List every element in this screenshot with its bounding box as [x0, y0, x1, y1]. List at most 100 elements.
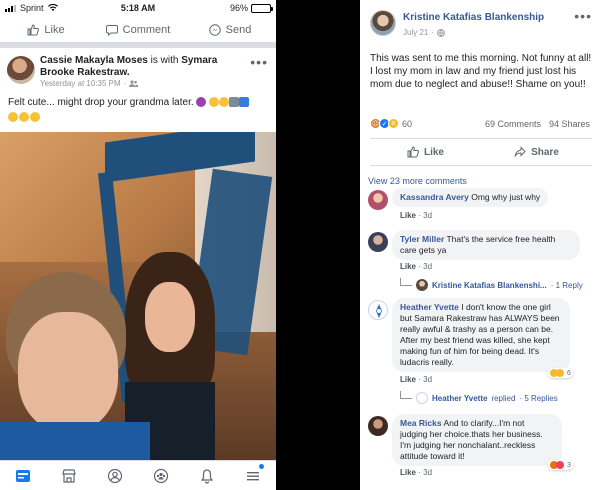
comment-bubble: Mea Ricks And to clarify...I'm not judgi… — [392, 414, 562, 466]
status-bar: Sprint 5:18 AM 96% — [0, 0, 276, 16]
reply-arrow-icon — [400, 278, 412, 286]
news-feed-icon — [16, 469, 30, 482]
like-label: Like — [423, 146, 444, 158]
comment-like-link[interactable]: Like — [400, 262, 416, 271]
thumbs-up-icon — [407, 146, 419, 158]
author-avatar[interactable] — [370, 10, 396, 36]
person-foreground — [0, 272, 150, 460]
comment-time[interactable]: 3d — [423, 468, 432, 477]
post-date[interactable]: July 21 — [403, 28, 428, 37]
profile-icon — [107, 468, 123, 483]
reaction-summary[interactable]: ☹ ✓ o 60 — [370, 118, 412, 129]
with-text: is with — [150, 55, 179, 66]
more-options-icon[interactable]: ••• — [250, 54, 268, 70]
emoji-sequence — [196, 97, 250, 108]
reaction-count: 60 — [402, 118, 413, 129]
post-header: Kristine Katafias Blankenship July 21 · … — [360, 0, 600, 44]
author-name[interactable]: Cassie Makayla Moses — [40, 55, 148, 66]
post-action-bar: Like Share — [370, 138, 592, 166]
laughing-emoji-row — [8, 112, 40, 122]
view-more-comments-link[interactable]: View 23 more comments — [368, 176, 467, 186]
messenger-icon — [208, 23, 221, 36]
feed-divider — [0, 43, 276, 48]
comment-item: Kassandra Avery Omg why just why Like · … — [368, 188, 596, 222]
comment-text: Omg why just why — [471, 192, 541, 202]
commenter-name[interactable]: Tyler Miller — [400, 234, 444, 244]
bottom-tab-bar — [0, 460, 276, 490]
post-action-bar: Like Comment Send — [0, 17, 276, 43]
reply-author: Kristine Katafias Blankenshi... — [432, 280, 547, 290]
comment-bubble: Kassandra Avery Omg why just why — [392, 188, 549, 207]
reply-summary[interactable]: Heather Yvette replied · 5 Replies — [400, 391, 558, 404]
notification-dot — [259, 464, 264, 469]
comment-bubble: Heather Yvette I don't know the one girl… — [392, 298, 570, 372]
tab-news-feed[interactable] — [0, 461, 46, 490]
comment-like-link[interactable]: Like — [400, 468, 416, 477]
tab-marketplace[interactable] — [46, 461, 92, 490]
shares-count[interactable]: 94 Shares — [549, 119, 590, 129]
reply-author: Heather Yvette — [432, 393, 488, 403]
reply-avatar — [416, 279, 428, 291]
comment-label: Comment — [122, 23, 171, 36]
comment-time[interactable]: 3d — [423, 262, 432, 271]
comment-item: Heather Yvette I don't know the one girl… — [368, 298, 596, 408]
share-arrow-icon — [514, 146, 526, 157]
post-header: Cassie Makayla Moses is with Symara Broo… — [0, 50, 276, 94]
post-text: This was sent to me this morning. Not fu… — [370, 53, 592, 90]
comment-time[interactable]: 3d — [423, 375, 432, 384]
share-label: Share — [531, 146, 559, 158]
commenter-name[interactable]: Mea Ricks — [400, 418, 442, 428]
send-button[interactable]: Send — [184, 17, 276, 42]
comment-item: Tyler Miller That's the service free hea… — [368, 230, 596, 292]
author-avatar[interactable] — [7, 56, 35, 84]
mobile-post-screenshot: Sprint 5:18 AM 96% Like Comment Send Cas… — [0, 0, 276, 490]
groups-icon — [153, 468, 169, 483]
comment-reactions[interactable]: 3 — [548, 460, 573, 470]
more-options-icon[interactable]: ••• — [574, 8, 592, 24]
tab-menu[interactable] — [230, 461, 276, 490]
battery-percent: 96% — [229, 3, 248, 13]
post-author-line: Cassie Makayla Moses is with Symara Broo… — [40, 55, 250, 79]
commenter-avatar[interactable] — [368, 232, 388, 252]
wow-reaction-icon: o — [388, 118, 399, 129]
commenter-name[interactable]: Kassandra Avery — [400, 192, 469, 202]
bell-icon — [200, 468, 214, 484]
like-label: Like — [44, 23, 65, 36]
comment-button[interactable]: Comment — [92, 17, 184, 42]
reply-avatar — [416, 392, 428, 404]
reply-count: · 1 Reply — [550, 280, 583, 290]
reply-summary[interactable]: Kristine Katafias Blankenshi... · 1 Repl… — [400, 278, 583, 291]
black-divider-band — [276, 0, 360, 490]
tab-profile[interactable] — [92, 461, 138, 490]
tab-notifications[interactable] — [184, 461, 230, 490]
post-text: Felt cute... might drop your grandma lat… — [8, 96, 270, 109]
tab-groups[interactable] — [138, 461, 184, 490]
comment-bubble: Tyler Miller That's the service free hea… — [392, 230, 580, 260]
commenter-avatar[interactable] — [368, 416, 388, 436]
desktop-post-screenshot: Kristine Katafias Blankenship July 21 · … — [360, 0, 600, 490]
commenter-name[interactable]: Heather Yvette — [400, 302, 459, 312]
globe-icon — [437, 28, 445, 37]
battery-icon — [251, 3, 273, 13]
comment-like-link[interactable]: Like — [400, 375, 416, 384]
comment-time[interactable]: 3d — [423, 211, 432, 220]
commenter-avatar[interactable] — [368, 190, 388, 210]
commenter-avatar[interactable] — [368, 300, 388, 320]
author-name[interactable]: Kristine Katafias Blankenship — [403, 12, 544, 23]
reply-arrow-icon — [400, 391, 412, 399]
post-time[interactable]: Yesterday at 10:35 PM — [40, 79, 121, 88]
share-button[interactable]: Share — [481, 139, 592, 165]
comment-reactions[interactable]: 6 — [548, 368, 573, 378]
comment-like-link[interactable]: Like — [400, 211, 416, 220]
love-reaction-icon — [556, 461, 564, 469]
reply-count: · 5 Replies — [519, 393, 558, 403]
comments-count[interactable]: 69 Comments — [485, 119, 541, 129]
sad-reaction-icon — [556, 369, 564, 377]
like-button[interactable]: Like — [0, 17, 92, 42]
like-button[interactable]: Like — [370, 139, 481, 165]
menu-icon — [247, 471, 259, 480]
post-photo[interactable] — [0, 132, 276, 460]
marketplace-icon — [62, 468, 76, 483]
friends-icon — [129, 80, 139, 87]
thumbs-up-icon — [27, 23, 40, 35]
